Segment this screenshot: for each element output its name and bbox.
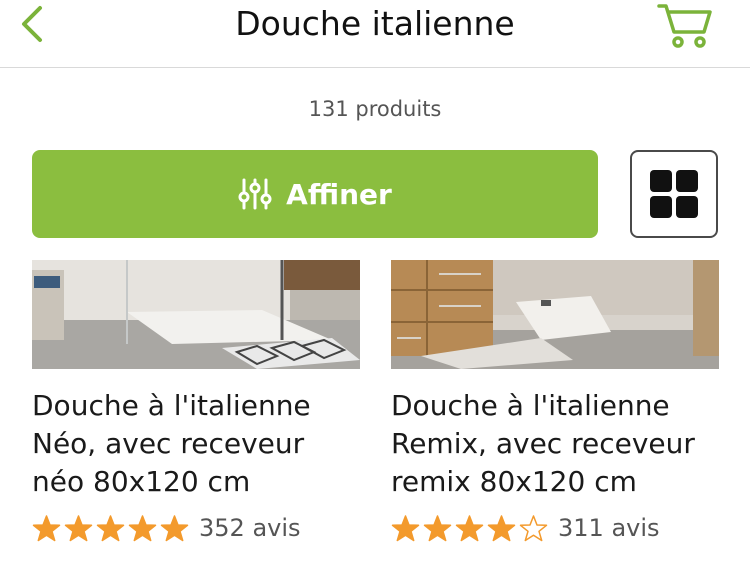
star-empty-icon: [519, 514, 548, 541]
star-rating: [32, 514, 189, 543]
refine-label: Affiner: [286, 177, 392, 211]
product-rating: 352 avis: [32, 513, 360, 543]
product-title[interactable]: Douche à l'italienne Remix, avec receveu…: [391, 387, 719, 501]
review-count[interactable]: 352 avis: [199, 513, 301, 543]
refine-button[interactable]: Affiner: [32, 150, 598, 238]
top-bar: Douche italienne: [0, 0, 750, 68]
page-title: Douche italienne: [235, 4, 515, 43]
star-filled-icon: [487, 514, 516, 541]
star-filled-icon: [64, 514, 93, 541]
star-filled-icon: [128, 514, 157, 541]
product-count: 131 produits: [308, 97, 442, 121]
star-filled-icon: [32, 514, 61, 541]
star-filled-icon: [96, 514, 125, 541]
star-rating: [391, 514, 548, 543]
sliders-icon: [238, 178, 272, 210]
review-count[interactable]: 311 avis: [558, 513, 660, 543]
product-card[interactable]: Douche à l'italienne Néo, avec receveur …: [32, 260, 360, 543]
cart-icon: [657, 4, 712, 48]
grid-view-icon: [650, 170, 698, 218]
star-filled-icon: [391, 514, 420, 541]
star-filled-icon: [160, 514, 189, 541]
cart-button[interactable]: [656, 0, 714, 52]
product-image[interactable]: [32, 260, 360, 369]
view-toggle-button[interactable]: [630, 150, 718, 238]
star-filled-icon: [423, 514, 452, 541]
star-filled-icon: [455, 514, 484, 541]
product-image[interactable]: [391, 260, 719, 369]
product-title[interactable]: Douche à l'italienne Néo, avec receveur …: [32, 387, 360, 501]
product-rating: 311 avis: [391, 513, 719, 543]
product-card[interactable]: Douche à l'italienne Remix, avec receveu…: [391, 260, 719, 543]
